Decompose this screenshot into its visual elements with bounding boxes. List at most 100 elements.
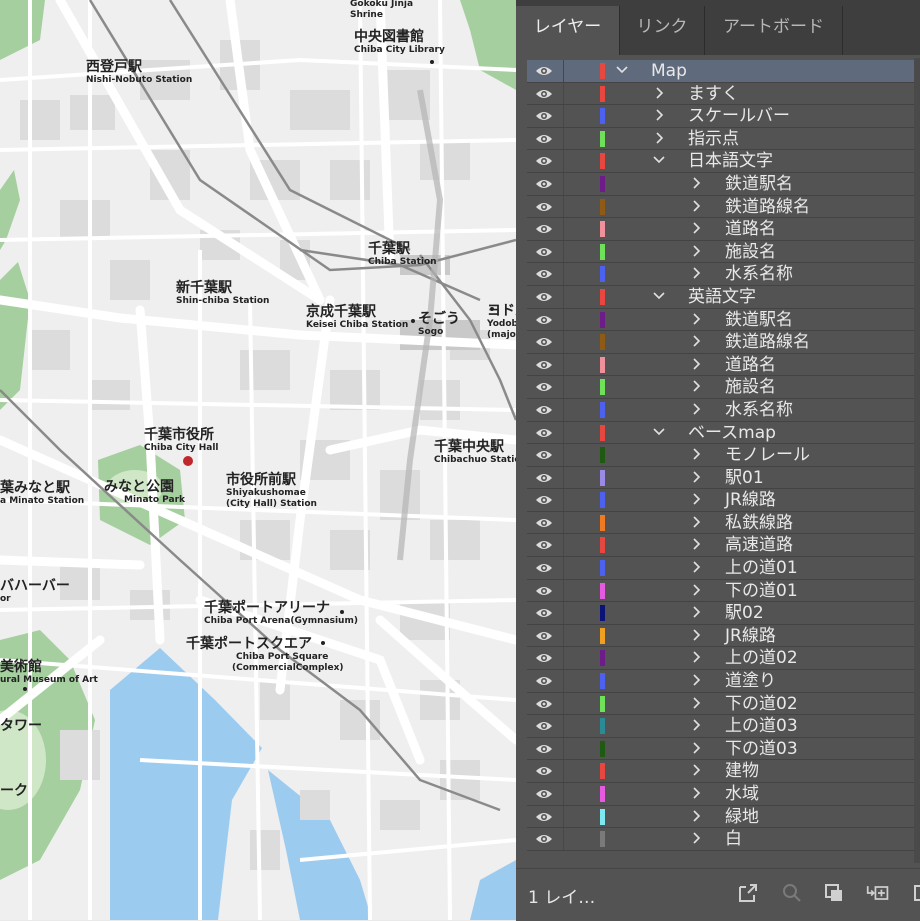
chevron-down-icon[interactable] <box>652 288 666 304</box>
lock-column[interactable] <box>563 285 564 308</box>
layer-row[interactable]: ベースmap <box>527 421 920 445</box>
chevron-right-icon[interactable] <box>689 378 703 394</box>
lock-column[interactable] <box>563 466 564 489</box>
chevron-right-icon[interactable] <box>689 627 703 643</box>
eye-icon[interactable] <box>535 380 553 394</box>
layer-row[interactable]: 道塗り <box>527 670 920 693</box>
chevron-right-icon[interactable] <box>689 582 703 598</box>
eye-icon[interactable] <box>535 290 553 304</box>
lock-column[interactable] <box>563 805 564 828</box>
lock-column[interactable] <box>563 511 564 534</box>
chevron-right-icon[interactable] <box>689 717 703 733</box>
eye-icon[interactable] <box>535 358 553 372</box>
search-icon[interactable] <box>780 881 804 905</box>
chevron-right-icon[interactable] <box>689 198 703 214</box>
layer-row[interactable]: 道路名 <box>527 218 920 241</box>
eye-icon[interactable] <box>535 742 553 756</box>
lock-column[interactable] <box>563 647 564 670</box>
lock-column[interactable] <box>563 602 564 624</box>
chevron-right-icon[interactable] <box>689 672 703 688</box>
chevron-right-icon[interactable] <box>689 740 703 756</box>
eye-icon[interactable] <box>535 651 553 665</box>
chevron-right-icon[interactable] <box>689 446 703 462</box>
eye-icon[interactable] <box>535 200 553 214</box>
eye-icon[interactable] <box>535 697 553 711</box>
chevron-right-icon[interactable] <box>689 604 703 620</box>
layer-row[interactable]: 鉄道路線名 <box>527 331 920 354</box>
layer-row[interactable]: スケールバー <box>527 105 920 128</box>
eye-icon[interactable] <box>535 154 553 168</box>
eye-icon[interactable] <box>535 493 553 507</box>
layer-row[interactable]: 下の道01 <box>527 579 920 603</box>
eye-icon[interactable] <box>535 764 553 778</box>
layer-row[interactable]: 駅02 <box>527 602 920 625</box>
chevron-right-icon[interactable] <box>689 265 703 281</box>
lock-column[interactable] <box>563 715 564 737</box>
layer-row[interactable]: 水域 <box>527 783 920 806</box>
chevron-right-icon[interactable] <box>689 311 703 327</box>
layer-row[interactable]: 白 <box>527 828 920 851</box>
lock-column[interactable] <box>563 692 564 715</box>
layer-row[interactable]: ますく <box>527 82 920 106</box>
chevron-down-icon[interactable] <box>652 424 666 440</box>
layer-row[interactable]: 緑地 <box>527 805 920 829</box>
eye-icon[interactable] <box>535 561 553 575</box>
eye-icon[interactable] <box>535 448 553 462</box>
new-sublayer-icon[interactable] <box>866 881 890 905</box>
layer-row[interactable]: モノレール <box>527 444 920 467</box>
lock-column[interactable] <box>563 263 564 285</box>
eye-icon[interactable] <box>535 426 553 440</box>
lock-column[interactable] <box>563 557 564 579</box>
eye-icon[interactable] <box>535 222 553 236</box>
lock-column[interactable] <box>563 127 564 150</box>
layer-row[interactable]: 鉄道路線名 <box>527 195 920 219</box>
lock-column[interactable] <box>563 398 564 421</box>
lock-column[interactable] <box>563 489 564 511</box>
chevron-down-icon[interactable] <box>615 62 629 78</box>
lock-column[interactable] <box>563 534 564 557</box>
layer-row[interactable]: JR線路 <box>527 489 920 512</box>
export-icon[interactable] <box>736 881 760 905</box>
lock-column[interactable] <box>563 172 564 195</box>
layer-row[interactable]: 鉄道駅名 <box>527 172 920 196</box>
lock-column[interactable] <box>563 240 564 263</box>
eye-icon[interactable] <box>535 810 553 824</box>
chevron-right-icon[interactable] <box>689 401 703 417</box>
map-canvas[interactable]: Gokoku Jinja Shrine 中央図書館 Chiba City Libra… <box>0 0 516 920</box>
lock-column[interactable] <box>563 670 564 692</box>
lock-column[interactable] <box>563 353 564 376</box>
eye-icon[interactable] <box>535 245 553 259</box>
eye-icon[interactable] <box>535 832 553 846</box>
eye-icon[interactable] <box>535 471 553 485</box>
lock-column[interactable] <box>563 376 564 398</box>
chevron-right-icon[interactable] <box>689 333 703 349</box>
chevron-down-icon[interactable] <box>652 152 666 168</box>
chevron-right-icon[interactable] <box>689 695 703 711</box>
eye-icon[interactable] <box>535 403 553 417</box>
chevron-right-icon[interactable] <box>689 491 703 507</box>
layer-row[interactable]: 施設名 <box>527 376 920 399</box>
eye-icon[interactable] <box>535 267 553 281</box>
layer-row[interactable]: 駅01 <box>527 466 920 490</box>
chevron-right-icon[interactable] <box>652 130 666 146</box>
eye-icon[interactable] <box>535 177 553 191</box>
chevron-right-icon[interactable] <box>689 356 703 372</box>
lock-column[interactable] <box>563 828 564 850</box>
layer-row[interactable]: 上の道01 <box>527 557 920 580</box>
layer-row[interactable]: 私鉄線路 <box>527 511 920 535</box>
eye-icon[interactable] <box>535 109 553 123</box>
layer-row[interactable]: 日本語文字 <box>527 150 920 173</box>
layer-row[interactable]: 道路名 <box>527 353 920 377</box>
eye-icon[interactable] <box>535 313 553 327</box>
lock-column[interactable] <box>563 195 564 218</box>
layer-row[interactable]: 指示点 <box>527 127 920 151</box>
eye-icon[interactable] <box>535 719 553 733</box>
eye-icon[interactable] <box>535 64 553 78</box>
layer-row[interactable]: 水系名称 <box>527 263 920 286</box>
lock-column[interactable] <box>563 82 564 105</box>
eye-icon[interactable] <box>535 132 553 146</box>
new-layer-icon[interactable] <box>912 881 920 905</box>
layer-row[interactable]: 高速道路 <box>527 534 920 558</box>
eye-icon[interactable] <box>535 606 553 620</box>
tab-layers[interactable]: レイヤー <box>516 6 620 55</box>
